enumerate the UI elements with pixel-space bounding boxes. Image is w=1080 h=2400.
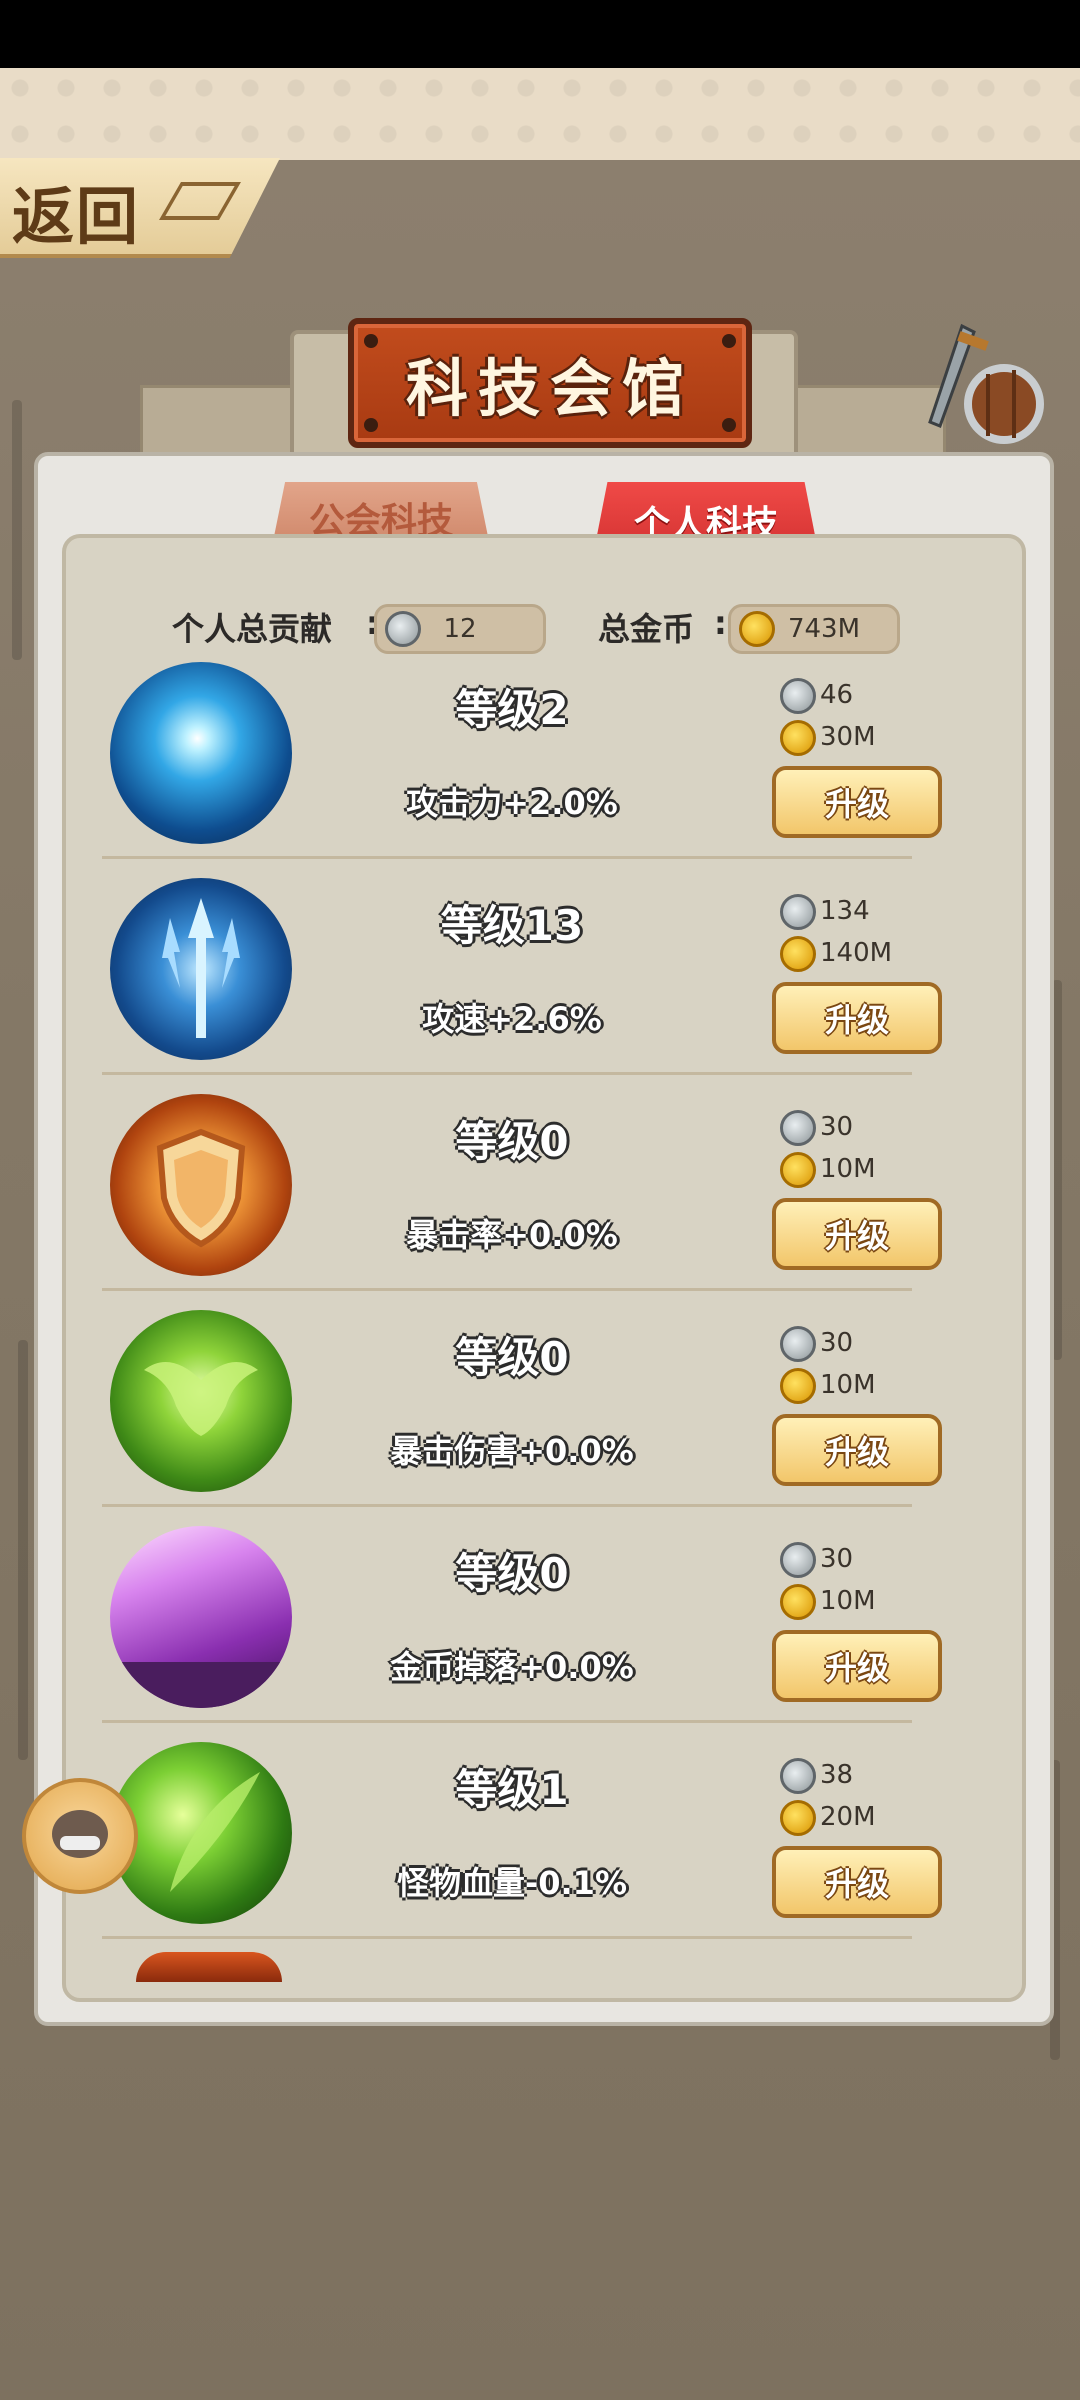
floating-pet-avatar[interactable] [22,1778,138,1894]
cost-gold: 20M [820,1802,876,1832]
cost-gold: 10M [820,1154,876,1184]
tech-level: 等级0 [455,1333,569,1382]
back-decoration-icon [159,182,241,220]
top-band [0,68,1080,160]
row-divider [102,1720,912,1723]
upgrade-button[interactable]: 升级 [772,766,942,838]
tech-level: 等级2 [455,685,569,734]
silver-coin-icon [385,611,421,647]
silver-coin-icon [780,1542,816,1578]
contribution-pill: 12 [374,604,546,654]
cost-silver: 30 [820,1112,854,1142]
cost-gold: 140M [820,938,893,968]
gold-coin-icon [780,1800,816,1836]
upgrade-button[interactable]: 升级 [772,1414,942,1486]
tech-effect: 暴击伤害+0.0% [390,1432,634,1470]
tech-effect: 怪物血量-0.1% [396,1864,628,1902]
contribution-value: 12 [443,614,477,644]
shield-icon [110,1094,292,1276]
upgrade-button[interactable]: 升级 [772,1198,942,1270]
silver-coin-icon [780,678,816,714]
tech-effect: 攻击力+2.0% [406,784,618,822]
tech-row: 等级0 暴击率+0.0% 30 10M 升级 [62,1088,1018,1304]
gold-coin-icon [780,720,816,756]
tech-level: 等级1 [455,1765,569,1814]
upgrade-button[interactable]: 升级 [772,982,942,1054]
contribution-label: 个人总贡献 [172,610,333,648]
green-eagle-icon [110,1310,292,1492]
row-divider [102,1504,912,1507]
tech-effect: 暴击率+0.0% [406,1216,618,1254]
row-divider [102,1072,912,1075]
tech-effect: 金币掉落+0.0% [390,1648,634,1686]
back-label: 返回 [12,180,141,253]
cost-silver: 30 [820,1328,854,1358]
cost-silver: 30 [820,1544,854,1574]
cost-gold: 30M [820,722,876,752]
sword-shield-icon [928,323,1044,444]
tech-level: 等级0 [455,1117,569,1166]
cost-gold: 10M [820,1586,876,1616]
upgrade-button[interactable]: 升级 [772,1630,942,1702]
gold-coin-icon [780,1584,816,1620]
next-tech-icon-partial [136,1952,282,1982]
tech-row: 等级2 攻击力+2.0% 46 30M 升级 [62,656,1018,872]
silver-coin-icon [780,1110,816,1146]
gold-coin-icon [780,1152,816,1188]
tech-row: 等级0 金币掉落+0.0% 30 10M 升级 [62,1520,1018,1736]
purple-light-icon [110,1526,292,1708]
frost-burst-icon [110,662,292,844]
silver-coin-icon [780,894,816,930]
tech-row: 等级13 攻速+2.6% 134 140M 升级 [62,872,1018,1088]
tech-effect: 攻速+2.6% [422,1000,602,1038]
gold-value: 743M [787,614,861,644]
tech-level: 等级0 [455,1549,569,1598]
page-title: 科技会馆 [405,352,694,425]
gold-pill: 743M [728,604,900,654]
gold-coin-icon [780,1368,816,1404]
gold-coin-icon [780,936,816,972]
cost-silver: 46 [820,680,854,710]
status-bar [0,0,1080,68]
row-divider [102,1288,912,1291]
cost-silver: 38 [820,1760,854,1790]
upgrade-button[interactable]: 升级 [772,1846,942,1918]
pet-face-icon [52,1810,108,1858]
tech-row: 等级0 暴击伤害+0.0% 30 10M 升级 [62,1304,1018,1520]
trident-icon [110,878,292,1060]
row-divider [102,1936,912,1939]
tech-row: 等级1 怪物血量-0.1% 38 20M 升级 [62,1736,1018,1952]
silver-coin-icon [780,1758,816,1794]
cost-gold: 10M [820,1370,876,1400]
silver-coin-icon [780,1326,816,1362]
gold-coin-icon [739,611,775,647]
row-divider [102,856,912,859]
cost-silver: 134 [820,896,870,926]
tech-level: 等级13 [440,901,584,950]
gold-label: 总金币 [598,610,695,648]
title-sign: 科技会馆 [348,318,752,448]
